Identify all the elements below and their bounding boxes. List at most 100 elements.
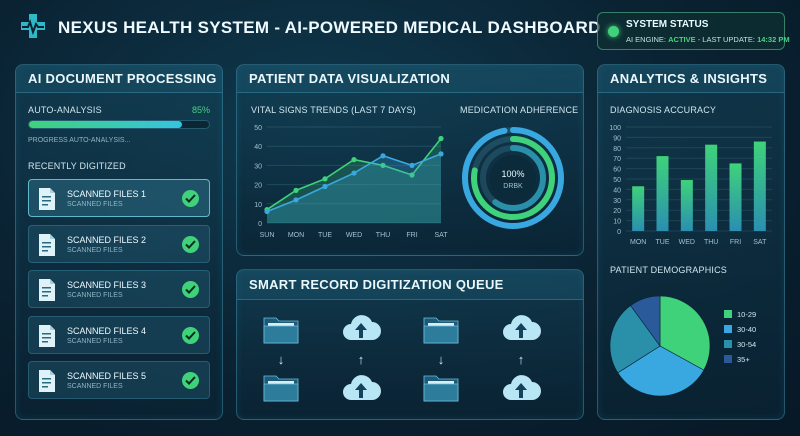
list-item[interactable]: SCANNED FILES 2 SCANNED FILES	[28, 225, 210, 263]
medical-cross-pulse-icon	[20, 13, 46, 39]
data-point	[351, 170, 357, 176]
data-point	[293, 187, 299, 193]
vitals-label: VITAL SIGNS TRENDS (LAST 7 DAYS)	[251, 105, 416, 115]
folder-front	[263, 383, 299, 402]
list-item[interactable]: SCANNED FILES 4 SCANNED FILES	[28, 316, 210, 354]
auto-analysis-progress-track	[28, 120, 210, 129]
legend-label: 30-54	[737, 340, 756, 349]
x-tick-label: THU	[704, 239, 718, 246]
panel-title: SMART RECORD DIGITIZATION QUEUE	[237, 270, 583, 300]
list-item-name: SCANNED FILES 5	[67, 371, 147, 381]
cloud-upload-icon	[343, 375, 381, 400]
data-point	[322, 183, 328, 190]
folder-icon	[263, 375, 299, 402]
cloud-upload-icon	[503, 375, 541, 400]
bar	[705, 144, 718, 231]
folder-icon	[263, 317, 299, 344]
data-point	[322, 176, 328, 182]
adherence-value: 100%	[501, 169, 524, 179]
folder-front	[263, 325, 299, 344]
legend-label: 10-29	[737, 310, 756, 319]
x-tick-label: FRI	[406, 232, 417, 239]
queue-flow: ↓ ↑ ↓ ↑	[263, 315, 541, 402]
x-tick-label: THU	[376, 232, 390, 239]
app-title: NEXUS HEALTH SYSTEM - AI-POWERED MEDICAL…	[58, 18, 601, 37]
y-tick-label: 70	[613, 156, 621, 163]
y-tick-label: 50	[613, 177, 621, 184]
document-icon	[39, 325, 55, 347]
x-tick-label: MON	[630, 239, 646, 246]
list-item-sub: SCANNED FILES	[67, 292, 123, 299]
list-item-sub: SCANNED FILES	[67, 247, 123, 254]
document-icon	[39, 234, 55, 256]
y-tick-label: 10	[613, 219, 621, 226]
bar	[729, 163, 742, 231]
auto-analysis-progress-fill	[29, 121, 182, 128]
y-tick-label: 80	[613, 146, 621, 153]
list-item-name: SCANNED FILES 4	[67, 326, 147, 336]
accuracy-label: DIAGNOSIS ACCURACY	[610, 105, 717, 115]
bar	[753, 141, 766, 231]
y-tick-label: 20	[254, 183, 262, 190]
legend-label: 35+	[737, 355, 750, 364]
legend-label: 30-40	[737, 325, 756, 334]
doc-processing-panel: AI DOCUMENT PROCESSING AUTO-ANALYSIS 85%…	[15, 64, 223, 420]
document-icon	[39, 188, 55, 210]
list-item[interactable]: SCANNED FILES 5 SCANNED FILES	[28, 361, 210, 399]
bar	[680, 180, 693, 231]
x-tick-label: WED	[679, 239, 695, 246]
queue-arrow: ↓	[438, 352, 445, 367]
adherence-caption: DRBK	[503, 183, 523, 190]
y-tick-label: 50	[254, 125, 262, 132]
y-tick-label: 60	[613, 167, 621, 174]
cloud-upload-icon	[503, 315, 541, 340]
check-icon	[182, 236, 199, 253]
data-point	[351, 157, 357, 163]
document-icon	[39, 370, 55, 392]
folder-icon	[423, 375, 459, 402]
list-item[interactable]: SCANNED FILES 1 SCANNED FILES	[28, 179, 210, 217]
x-tick-label: SAT	[753, 239, 767, 246]
medication-adherence-chart: 100% DRBK	[462, 127, 564, 229]
document-icon	[39, 279, 55, 301]
panel-title: PATIENT DATA VISUALIZATION	[237, 65, 583, 93]
list-item-name: SCANNED FILES 2	[67, 235, 147, 245]
update-time: 14:32 PM	[757, 35, 790, 44]
data-point	[438, 151, 444, 157]
check-icon	[182, 372, 199, 389]
y-tick-label: 0	[258, 221, 262, 228]
status-line: AI ENGINE: ACTIVE - LAST UPDATE: 14:32 P…	[626, 35, 790, 44]
digitization-queue-panel: SMART RECORD DIGITIZATION QUEUE ↓ ↑ ↓ ↑	[236, 269, 584, 420]
data-point	[380, 153, 386, 159]
auto-analysis-label: AUTO-ANALYSIS	[28, 105, 102, 115]
bar	[632, 186, 645, 231]
folder-front	[423, 383, 459, 402]
x-tick-label: WED	[346, 232, 362, 239]
data-point	[409, 162, 415, 168]
list-item-name: SCANNED FILES 1	[67, 189, 147, 199]
y-tick-label: 10	[254, 202, 262, 209]
folder-icon	[423, 317, 459, 344]
x-tick-label: SAT	[434, 232, 448, 239]
progress-caption: PROGRESS AUTO-ANALYSIS...	[28, 137, 131, 144]
list-item[interactable]: SCANNED FILES 3 SCANNED FILES	[28, 270, 210, 308]
x-tick-label: TUE	[656, 239, 670, 246]
update-prefix: - LAST UPDATE:	[697, 35, 755, 44]
adherence-label: MEDICATION ADHERENCE	[460, 105, 579, 115]
y-tick-label: 30	[254, 163, 262, 170]
data-point	[264, 208, 270, 215]
analytics-panel: ANALYTICS & INSIGHTS DIAGNOSIS ACCURACY …	[597, 64, 785, 420]
list-item-sub: SCANNED FILES	[67, 201, 123, 208]
status-title: SYSTEM STATUS	[626, 19, 709, 30]
patient-demographics-chart: 10-29 30-40 30-54 35+	[609, 295, 756, 397]
legend-swatch	[724, 340, 732, 348]
system-status-card: SYSTEM STATUS AI ENGINE: ACTIVE - LAST U…	[597, 12, 790, 50]
demographics-label: PATIENT DEMOGRAPHICS	[610, 265, 728, 275]
y-tick-label: 100	[609, 125, 621, 132]
queue-arrow: ↓	[278, 352, 285, 367]
legend-swatch	[724, 355, 732, 363]
y-tick-label: 90	[613, 135, 621, 142]
diagnosis-accuracy-chart: 0 10 20 30 40 50 60 70 80 90 100 MON TUE WED THU FRI SAT	[609, 125, 772, 246]
queue-arrow: ↑	[358, 352, 365, 367]
panel-title: ANALYTICS & INSIGHTS	[598, 65, 784, 93]
